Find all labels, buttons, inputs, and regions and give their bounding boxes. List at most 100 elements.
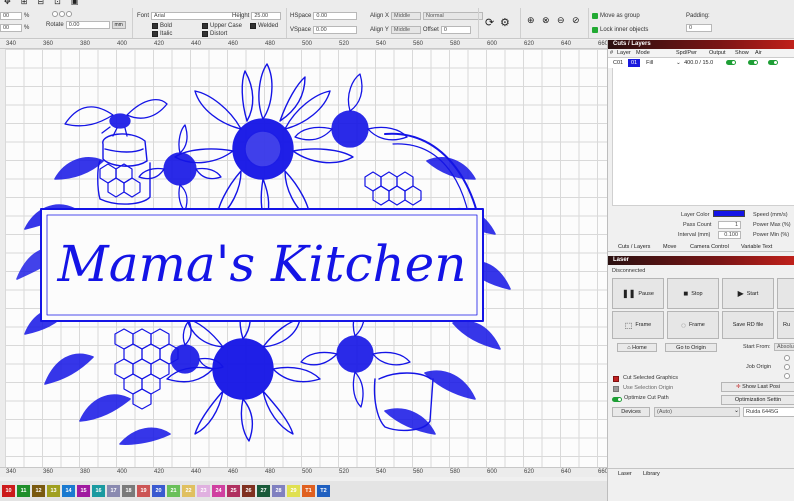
mode-select[interactable]: Fill [646, 60, 676, 66]
palette-swatch[interactable]: 20 [152, 485, 165, 497]
palette-swatch[interactable]: T1 [302, 485, 315, 497]
interval-field[interactable]: 0.100 [718, 231, 741, 239]
frame-button[interactable]: ⬚ Frame [612, 311, 664, 339]
cut-selected-checkbox[interactable] [613, 376, 619, 382]
air-toggle[interactable] [768, 59, 779, 65]
hspace-field[interactable]: 0.00 [313, 12, 358, 20]
tab-variable-text[interactable]: Variable Text [741, 244, 772, 250]
frame-rubber-band-button[interactable]: ◌ Frame [667, 311, 719, 339]
palette-swatch[interactable]: 25 [227, 485, 240, 497]
use-selection-origin-checkbox[interactable] [613, 386, 619, 392]
device-dropdown-icon[interactable]: ⌄ [734, 407, 739, 414]
job-origin-radio[interactable] [784, 364, 790, 370]
layer-color-swatch[interactable] [713, 210, 745, 217]
palette-swatch[interactable]: 28 [272, 485, 285, 497]
palette-swatch[interactable]: 19 [137, 485, 150, 497]
weld-icon[interactable]: ⊕ [527, 15, 535, 26]
font-select[interactable]: Arial [151, 12, 242, 20]
run-button[interactable]: Ru [777, 311, 794, 339]
show-last-position-button[interactable]: ✛ Show Last Posi [721, 382, 794, 392]
job-origin-radio[interactable] [784, 355, 790, 361]
devices-button[interactable]: Devices [612, 407, 650, 417]
anchor-dot[interactable] [59, 11, 65, 17]
start-button[interactable]: ▶ Start [722, 278, 774, 309]
palette-swatch[interactable]: 18 [122, 485, 135, 497]
bold-checkbox[interactable] [152, 23, 158, 29]
welded-checkbox[interactable] [250, 23, 256, 29]
units-button[interactable]: mm [111, 21, 126, 29]
show-toggle[interactable] [748, 59, 759, 65]
italic-checkbox[interactable] [152, 31, 158, 37]
group-icon[interactable]: ▣ [71, 0, 79, 6]
extra-button[interactable] [777, 278, 794, 309]
palette-swatch[interactable]: 21 [167, 485, 180, 497]
align-icon[interactable]: ⊞ [21, 0, 28, 6]
move-icon[interactable]: ✥ [4, 0, 11, 6]
move-as-group-checkbox[interactable] [592, 13, 598, 19]
cuts-list-area[interactable] [612, 68, 794, 206]
palette-swatch[interactable]: 26 [242, 485, 255, 497]
offset-field[interactable]: 0 [440, 26, 471, 34]
palette-swatch[interactable]: 16 [92, 485, 105, 497]
pause-button[interactable]: ❚❚ Pause [612, 278, 664, 309]
stop-button[interactable]: ■ Stop [667, 278, 719, 309]
palette-swatch[interactable]: 27 [257, 485, 270, 497]
boolean-subtract-icon[interactable]: ⊖ [557, 15, 565, 26]
distort-checkbox[interactable] [202, 31, 208, 37]
tab-camera-control[interactable]: Camera Control [690, 244, 729, 250]
padding-field[interactable]: 0 [686, 24, 712, 32]
bottom-ruler[interactable]: 340 360 380 400 420 440 460 480 500 520 540 560 580 6… [0, 467, 682, 477]
palette-swatch[interactable]: 22 [182, 485, 195, 497]
anchor-dot[interactable] [66, 11, 72, 17]
align-x-select[interactable]: Middle [391, 12, 422, 20]
lock-inner-checkbox[interactable] [592, 27, 598, 33]
height-field[interactable]: 25.00 [251, 12, 282, 20]
palette-swatch[interactable]: T2 [317, 485, 330, 497]
home-button[interactable]: ⌂ Home [617, 343, 657, 352]
start-from-select[interactable]: Absolu [774, 343, 794, 351]
upper-case-checkbox[interactable] [202, 23, 208, 29]
palette-swatch[interactable]: 29 [287, 485, 300, 497]
boolean-union-icon[interactable]: ⊗ [542, 15, 550, 26]
text-style-select[interactable]: Normal [423, 12, 484, 20]
device-select[interactable]: (Auto) [654, 407, 740, 417]
go-to-origin-button[interactable]: Go to Origin [665, 343, 717, 352]
vspace-field[interactable]: 0.00 [313, 26, 358, 34]
x-field[interactable]: 00 [0, 12, 22, 20]
palette-swatch[interactable]: 17 [107, 485, 120, 497]
save-rd-file-button[interactable]: Save RD file [722, 311, 774, 339]
apply-text-icon[interactable]: ⟳ [485, 16, 494, 29]
palette-swatch[interactable]: 24 [212, 485, 225, 497]
horizontal-ruler[interactable]: 340 360 380 400 420 440 460 480 500 520 540 560 580 6… [0, 40, 682, 49]
mode-dropdown-icon[interactable]: ⌄ [676, 60, 684, 66]
job-origin-radio[interactable] [784, 373, 790, 379]
palette-swatch[interactable]: 15 [77, 485, 90, 497]
layer-chip[interactable]: 01 [628, 59, 641, 67]
distribute-icon[interactable]: ⊟ [37, 0, 44, 6]
tab-library[interactable]: Library [643, 471, 660, 477]
palette-swatch[interactable]: 13 [47, 485, 60, 497]
pass-count-field[interactable]: 1 [718, 221, 741, 229]
optimization-settings-button[interactable]: Optimization Settin [721, 395, 794, 405]
anchor-dot[interactable] [52, 11, 58, 17]
palette-swatch[interactable]: 10 [2, 485, 15, 497]
design-title-text[interactable]: Mama's Kitchen [57, 235, 467, 293]
palette-swatch[interactable]: 12 [32, 485, 45, 497]
design-canvas[interactable]: Mama's Kitchen [5, 49, 607, 467]
y-field[interactable]: 00 [0, 24, 22, 32]
tab-move[interactable]: Move [663, 244, 676, 250]
controller-field[interactable]: Ruida 6445G [743, 407, 794, 417]
optimize-cut-path-toggle[interactable] [612, 397, 622, 402]
palette-swatch[interactable]: 14 [62, 485, 75, 497]
output-toggle[interactable] [726, 59, 737, 65]
align-y-select[interactable]: Middle [390, 26, 421, 34]
design-artwork[interactable]: Mama's Kitchen [5, 49, 607, 467]
tab-cuts-layers[interactable]: Cuts / Layers [618, 244, 650, 250]
boolean-intersect-icon[interactable]: ⊘ [572, 15, 580, 26]
rotate-field[interactable]: 0.00 [65, 21, 110, 29]
arrange-icon[interactable]: ⊡ [54, 0, 61, 6]
table-row[interactable]: C01 01 Fill ⌄ 400.0 / 15.0 [608, 58, 794, 68]
tab-laser[interactable]: Laser [618, 471, 632, 477]
palette-swatch[interactable]: 23 [197, 485, 210, 497]
palette-swatch[interactable]: 11 [17, 485, 30, 497]
